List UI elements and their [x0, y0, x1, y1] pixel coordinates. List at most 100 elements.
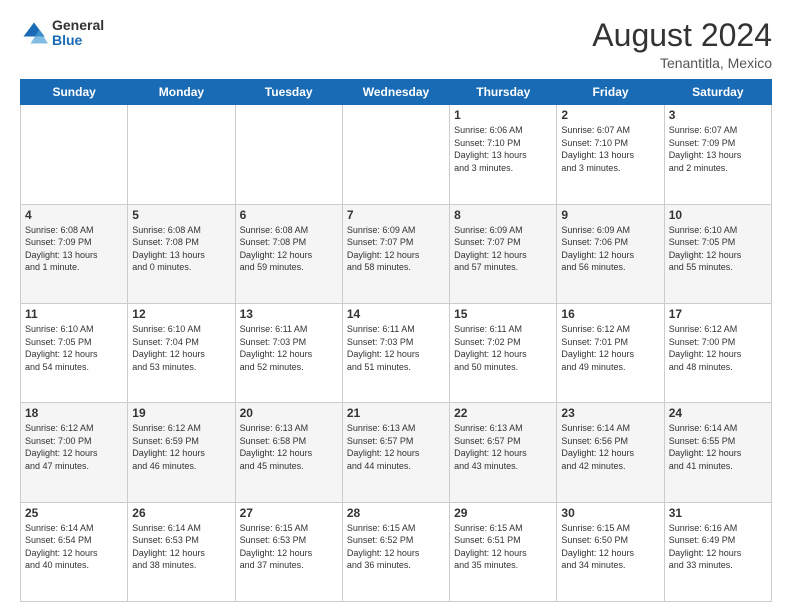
calendar-cell: 6Sunrise: 6:08 AM Sunset: 7:08 PM Daylig… — [235, 204, 342, 303]
location: Tenantitla, Mexico — [592, 55, 772, 71]
day-info: Sunrise: 6:10 AM Sunset: 7:05 PM Dayligh… — [669, 224, 767, 274]
day-header-friday: Friday — [557, 80, 664, 105]
day-info: Sunrise: 6:15 AM Sunset: 6:51 PM Dayligh… — [454, 522, 552, 572]
calendar-cell — [342, 105, 449, 204]
day-info: Sunrise: 6:13 AM Sunset: 6:57 PM Dayligh… — [454, 422, 552, 472]
calendar-cell: 29 Sunrise: 6:15 AM Sunset: 6:51 PM Dayli… — [450, 502, 557, 601]
calendar-cell: 10 Sunrise: 6:10 AM Sunset: 7:05 PM Dayli… — [664, 204, 771, 303]
logo-text: General Blue — [52, 18, 104, 49]
calendar-cell: 28 Sunrise: 6:15 AM Sunset: 6:52 PM Dayli… — [342, 502, 449, 601]
day-number: 5 — [132, 208, 230, 222]
calendar-cell: 2 Sunrise: 6:07 AM Sunset: 7:10 PM Daylig… — [557, 105, 664, 204]
day-info: Sunrise: 6:15 AM Sunset: 6:53 PM Dayligh… — [240, 522, 338, 572]
day-number: 1 — [454, 108, 552, 122]
day-info: Sunrise: 6:11 AM Sunset: 7:03 PM Dayligh… — [347, 323, 445, 373]
day-info: Sunrise: 6:15 AM Sunset: 6:52 PM Dayligh… — [347, 522, 445, 572]
calendar-cell: 26 Sunrise: 6:14 AM Sunset: 6:53 PM Dayli… — [128, 502, 235, 601]
calendar-week-row: 4 Sunrise: 6:08 AM Sunset: 7:09 PM Daylig… — [21, 204, 772, 303]
day-info: Sunrise: 6:07 AM Sunset: 7:09 PM Dayligh… — [669, 124, 767, 174]
day-number: 27 — [240, 506, 338, 520]
day-info: Sunrise: 6:09 AM Sunset: 7:07 PM Dayligh… — [347, 224, 445, 274]
calendar-cell: 8 Sunrise: 6:09 AM Sunset: 7:07 PM Daylig… — [450, 204, 557, 303]
day-number: 28 — [347, 506, 445, 520]
calendar-cell — [128, 105, 235, 204]
day-number: 30 — [561, 506, 659, 520]
calendar-header-row: SundayMondayTuesdayWednesdayThursdayFrid… — [21, 80, 772, 105]
calendar-cell: 30 Sunrise: 6:15 AM Sunset: 6:50 PM Dayli… — [557, 502, 664, 601]
day-info: Sunrise: 6:11 AM Sunset: 7:03 PM Dayligh… — [240, 323, 338, 373]
calendar-cell: 27 Sunrise: 6:15 AM Sunset: 6:53 PM Dayli… — [235, 502, 342, 601]
calendar-cell: 25 Sunrise: 6:14 AM Sunset: 6:54 PM Dayli… — [21, 502, 128, 601]
day-number: 11 — [25, 307, 123, 321]
day-info: Sunrise: 6:12 AM Sunset: 7:01 PM Dayligh… — [561, 323, 659, 373]
day-info: Sunrise: 6:09 AM Sunset: 7:07 PM Dayligh… — [454, 224, 552, 274]
day-number: 31 — [669, 506, 767, 520]
calendar-cell: 22 Sunrise: 6:13 AM Sunset: 6:57 PM Dayli… — [450, 403, 557, 502]
day-number: 22 — [454, 406, 552, 420]
header: General Blue August 2024 Tenantitla, Mex… — [20, 18, 772, 71]
day-number: 29 — [454, 506, 552, 520]
day-number: 4 — [25, 208, 123, 222]
day-header-tuesday: Tuesday — [235, 80, 342, 105]
day-number: 26 — [132, 506, 230, 520]
day-info: Sunrise: 6:15 AM Sunset: 6:50 PM Dayligh… — [561, 522, 659, 572]
calendar-cell: 5 Sunrise: 6:08 AM Sunset: 7:08 PM Daylig… — [128, 204, 235, 303]
calendar-cell: 14 Sunrise: 6:11 AM Sunset: 7:03 PM Dayli… — [342, 303, 449, 402]
day-number: 25 — [25, 506, 123, 520]
calendar-week-row: 25 Sunrise: 6:14 AM Sunset: 6:54 PM Dayli… — [21, 502, 772, 601]
calendar-cell: 19Sunrise: 6:12 AM Sunset: 6:59 PM Dayli… — [128, 403, 235, 502]
day-info: Sunrise: 6:14 AM Sunset: 6:53 PM Dayligh… — [132, 522, 230, 572]
day-info: Sunrise: 6:09 AM Sunset: 7:06 PM Dayligh… — [561, 224, 659, 274]
day-header-saturday: Saturday — [664, 80, 771, 105]
calendar-cell — [21, 105, 128, 204]
calendar-week-row: 11 Sunrise: 6:10 AM Sunset: 7:05 PM Dayli… — [21, 303, 772, 402]
calendar-cell: 4 Sunrise: 6:08 AM Sunset: 7:09 PM Daylig… — [21, 204, 128, 303]
calendar-cell: 12Sunrise: 6:10 AM Sunset: 7:04 PM Dayli… — [128, 303, 235, 402]
day-number: 8 — [454, 208, 552, 222]
day-info: Sunrise: 6:08 AM Sunset: 7:08 PM Dayligh… — [132, 224, 230, 274]
day-number: 10 — [669, 208, 767, 222]
calendar-cell: 24Sunrise: 6:14 AM Sunset: 6:55 PM Dayli… — [664, 403, 771, 502]
calendar-cell: 11 Sunrise: 6:10 AM Sunset: 7:05 PM Dayli… — [21, 303, 128, 402]
calendar-cell: 20Sunrise: 6:13 AM Sunset: 6:58 PM Dayli… — [235, 403, 342, 502]
day-info: Sunrise: 6:12 AM Sunset: 7:00 PM Dayligh… — [669, 323, 767, 373]
calendar-cell — [235, 105, 342, 204]
day-info: Sunrise: 6:08 AM Sunset: 7:09 PM Dayligh… — [25, 224, 123, 274]
day-info: Sunrise: 6:08 AM Sunset: 7:08 PM Dayligh… — [240, 224, 338, 274]
day-number: 13 — [240, 307, 338, 321]
day-number: 21 — [347, 406, 445, 420]
day-number: 17 — [669, 307, 767, 321]
day-info: Sunrise: 6:11 AM Sunset: 7:02 PM Dayligh… — [454, 323, 552, 373]
day-header-thursday: Thursday — [450, 80, 557, 105]
day-number: 24 — [669, 406, 767, 420]
day-number: 14 — [347, 307, 445, 321]
calendar-table: SundayMondayTuesdayWednesdayThursdayFrid… — [20, 79, 772, 602]
day-header-sunday: Sunday — [21, 80, 128, 105]
calendar-cell: 7Sunrise: 6:09 AM Sunset: 7:07 PM Daylig… — [342, 204, 449, 303]
calendar-cell: 31Sunrise: 6:16 AM Sunset: 6:49 PM Dayli… — [664, 502, 771, 601]
day-number: 18 — [25, 406, 123, 420]
day-info: Sunrise: 6:06 AM Sunset: 7:10 PM Dayligh… — [454, 124, 552, 174]
day-info: Sunrise: 6:07 AM Sunset: 7:10 PM Dayligh… — [561, 124, 659, 174]
day-number: 20 — [240, 406, 338, 420]
day-info: Sunrise: 6:12 AM Sunset: 6:59 PM Dayligh… — [132, 422, 230, 472]
calendar-cell: 9 Sunrise: 6:09 AM Sunset: 7:06 PM Daylig… — [557, 204, 664, 303]
day-info: Sunrise: 6:14 AM Sunset: 6:56 PM Dayligh… — [561, 422, 659, 472]
day-number: 2 — [561, 108, 659, 122]
logo: General Blue — [20, 18, 104, 49]
day-info: Sunrise: 6:13 AM Sunset: 6:57 PM Dayligh… — [347, 422, 445, 472]
title-block: August 2024 Tenantitla, Mexico — [592, 18, 772, 71]
calendar-cell: 21 Sunrise: 6:13 AM Sunset: 6:57 PM Dayli… — [342, 403, 449, 502]
day-number: 3 — [669, 108, 767, 122]
calendar-cell: 23Sunrise: 6:14 AM Sunset: 6:56 PM Dayli… — [557, 403, 664, 502]
calendar-cell: 3 Sunrise: 6:07 AM Sunset: 7:09 PM Daylig… — [664, 105, 771, 204]
calendar-cell: 16 Sunrise: 6:12 AM Sunset: 7:01 PM Dayli… — [557, 303, 664, 402]
day-header-monday: Monday — [128, 80, 235, 105]
day-header-wednesday: Wednesday — [342, 80, 449, 105]
day-info: Sunrise: 6:10 AM Sunset: 7:05 PM Dayligh… — [25, 323, 123, 373]
day-number: 9 — [561, 208, 659, 222]
day-info: Sunrise: 6:14 AM Sunset: 6:54 PM Dayligh… — [25, 522, 123, 572]
calendar-cell: 17 Sunrise: 6:12 AM Sunset: 7:00 PM Dayli… — [664, 303, 771, 402]
day-number: 16 — [561, 307, 659, 321]
day-info: Sunrise: 6:12 AM Sunset: 7:00 PM Dayligh… — [25, 422, 123, 472]
